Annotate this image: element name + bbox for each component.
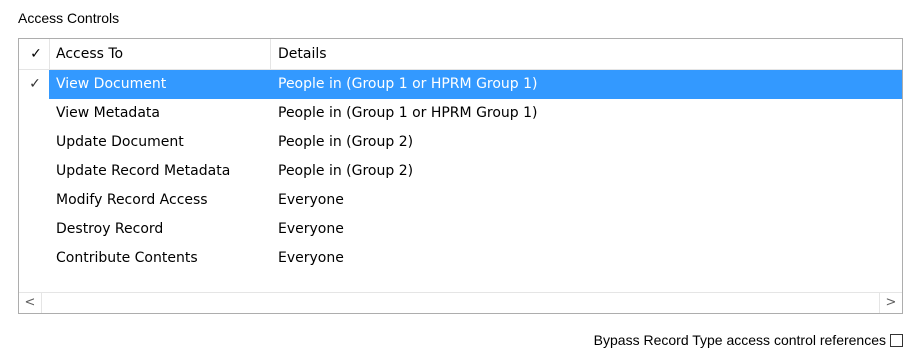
row-highlight — [49, 215, 902, 244]
row-access-to: Contribute Contents — [56, 250, 198, 266]
row-access-to: Update Record Metadata — [56, 163, 231, 179]
list-item[interactable]: Contribute Contents Everyone — [19, 244, 902, 273]
row-checkmark-icon[interactable] — [25, 157, 45, 186]
header-divider — [49, 39, 50, 69]
row-checkmark-icon[interactable]: ✓ — [25, 70, 45, 99]
bypass-label: Bypass Record Type access control refere… — [593, 332, 886, 348]
row-checkmark-icon[interactable] — [25, 215, 45, 244]
header-access-to[interactable]: Access To — [56, 39, 123, 69]
row-access-to: Modify Record Access — [56, 192, 208, 208]
row-access-to: Update Document — [56, 134, 184, 150]
list-header: ✓ Access To Details — [19, 39, 902, 70]
row-checkmark-icon[interactable] — [25, 186, 45, 215]
row-access-to: Destroy Record — [56, 221, 164, 237]
row-details: Everyone — [278, 192, 344, 208]
bypass-option[interactable]: Bypass Record Type access control refere… — [594, 330, 903, 350]
scroll-right-icon[interactable]: > — [879, 293, 902, 313]
list-rows: ✓ View Document People in (Group 1 or HPRM… — [19, 70, 902, 273]
header-divider — [270, 39, 271, 69]
list-item[interactable]: Destroy Record Everyone — [19, 215, 902, 244]
list-item[interactable]: Update Document People in (Group 2) — [19, 128, 902, 157]
row-details: Everyone — [278, 221, 344, 237]
row-checkmark-icon[interactable] — [25, 128, 45, 157]
row-checkmark-icon[interactable] — [25, 99, 45, 128]
scroll-left-icon[interactable]: < — [19, 293, 42, 313]
row-details: People in (Group 1 or HPRM Group 1) — [278, 76, 538, 92]
access-controls-list[interactable]: ✓ Access To Details ✓ View Document People… — [18, 38, 903, 314]
list-item[interactable]: ✓ View Document People in (Group 1 or HPRM… — [19, 70, 902, 99]
row-checkmark-icon[interactable] — [25, 244, 45, 273]
horizontal-scrollbar[interactable]: < > — [19, 292, 902, 313]
header-checkmark-icon[interactable]: ✓ — [26, 39, 46, 69]
list-item[interactable]: View Metadata People in (Group 1 or HPRM … — [19, 99, 902, 128]
header-details[interactable]: Details — [278, 39, 327, 69]
access-controls-title: Access Controls — [18, 10, 120, 26]
row-details: People in (Group 2) — [278, 134, 414, 150]
row-access-to: View Document — [56, 76, 167, 92]
row-access-to: View Metadata — [56, 105, 160, 121]
list-item[interactable]: Modify Record Access Everyone — [19, 186, 902, 215]
row-details: People in (Group 1 or HPRM Group 1) — [278, 105, 538, 121]
list-item[interactable]: Update Record Metadata People in (Group 2… — [19, 157, 902, 186]
bypass-checkbox[interactable] — [890, 333, 903, 347]
row-details: Everyone — [278, 250, 344, 266]
row-details: People in (Group 2) — [278, 163, 414, 179]
